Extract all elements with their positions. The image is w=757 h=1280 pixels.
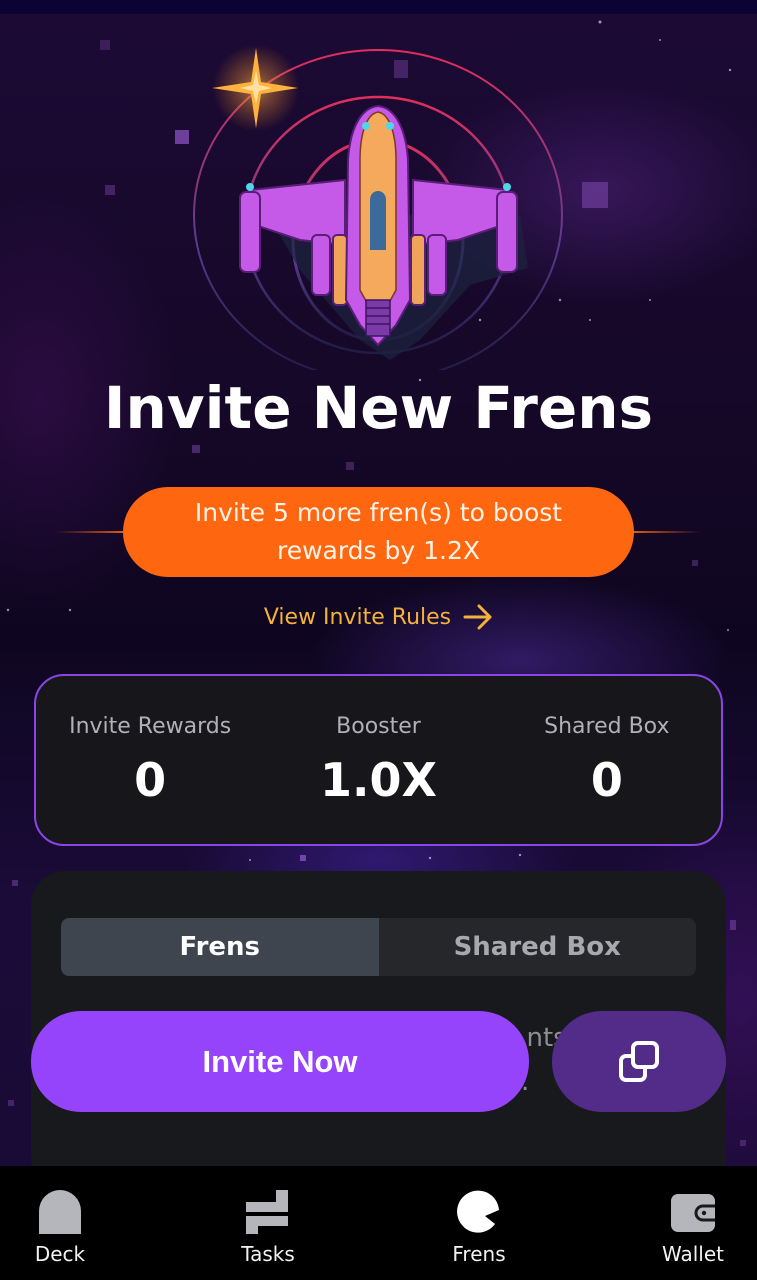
stat-value: 0 bbox=[134, 753, 167, 807]
stat-value: 0 bbox=[590, 753, 623, 807]
nav-label: Deck bbox=[34, 1242, 86, 1266]
stat-label: Invite Rewards bbox=[69, 714, 232, 739]
boost-banner: Invite 5 more fren(s) to boost rewards b… bbox=[123, 487, 634, 577]
tab-frens[interactable]: Frens bbox=[61, 918, 379, 976]
nav-item-deck[interactable]: Deck bbox=[0, 1166, 120, 1280]
nav-label: Frens bbox=[452, 1242, 506, 1266]
bottom-navigation: Deck Tasks Frens Wallet bbox=[0, 1166, 757, 1280]
copy-link-button[interactable] bbox=[552, 1011, 726, 1112]
invite-stats-card: Invite Rewards 0 Booster 1.0X Shared Box… bbox=[34, 674, 723, 846]
spaceship-illustration bbox=[193, 44, 563, 370]
tab-shared-box[interactable]: Shared Box bbox=[379, 918, 697, 976]
wallet-icon bbox=[671, 1194, 715, 1232]
nav-item-tasks[interactable]: Tasks bbox=[208, 1166, 328, 1280]
nav-item-wallet[interactable]: Wallet bbox=[633, 1166, 753, 1280]
invite-now-button[interactable]: Invite Now bbox=[31, 1011, 529, 1112]
page-title: Invite New Frens bbox=[103, 374, 654, 442]
rules-link-label: View Invite Rules bbox=[263, 604, 452, 630]
copy-icon bbox=[619, 1040, 659, 1082]
frens-tabs: Frens Shared Box bbox=[61, 918, 696, 976]
stat-label: Booster bbox=[336, 714, 421, 739]
nav-item-frens[interactable]: Frens bbox=[419, 1166, 539, 1280]
boost-message: Invite 5 more fren(s) to boost rewards b… bbox=[194, 498, 563, 565]
frens-icon bbox=[457, 1190, 499, 1233]
view-invite-rules-link[interactable]: View Invite Rules bbox=[0, 604, 757, 630]
nav-label: Tasks bbox=[241, 1242, 295, 1266]
frens-screen: Invite New Frens Invite 5 more fren(s) t… bbox=[0, 0, 757, 1280]
tasks-icon bbox=[246, 1190, 288, 1234]
stat-invite-rewards: Invite Rewards 0 bbox=[36, 676, 264, 844]
stat-shared-box: Shared Box 0 bbox=[493, 676, 721, 844]
stat-value: 1.0X bbox=[320, 753, 437, 807]
deck-icon bbox=[39, 1190, 81, 1234]
nav-label: Wallet bbox=[661, 1242, 724, 1266]
stat-booster: Booster 1.0X bbox=[264, 676, 492, 844]
boost-divider-right bbox=[622, 531, 702, 533]
arrow-right-icon bbox=[463, 604, 492, 630]
stat-label: Shared Box bbox=[544, 714, 670, 739]
